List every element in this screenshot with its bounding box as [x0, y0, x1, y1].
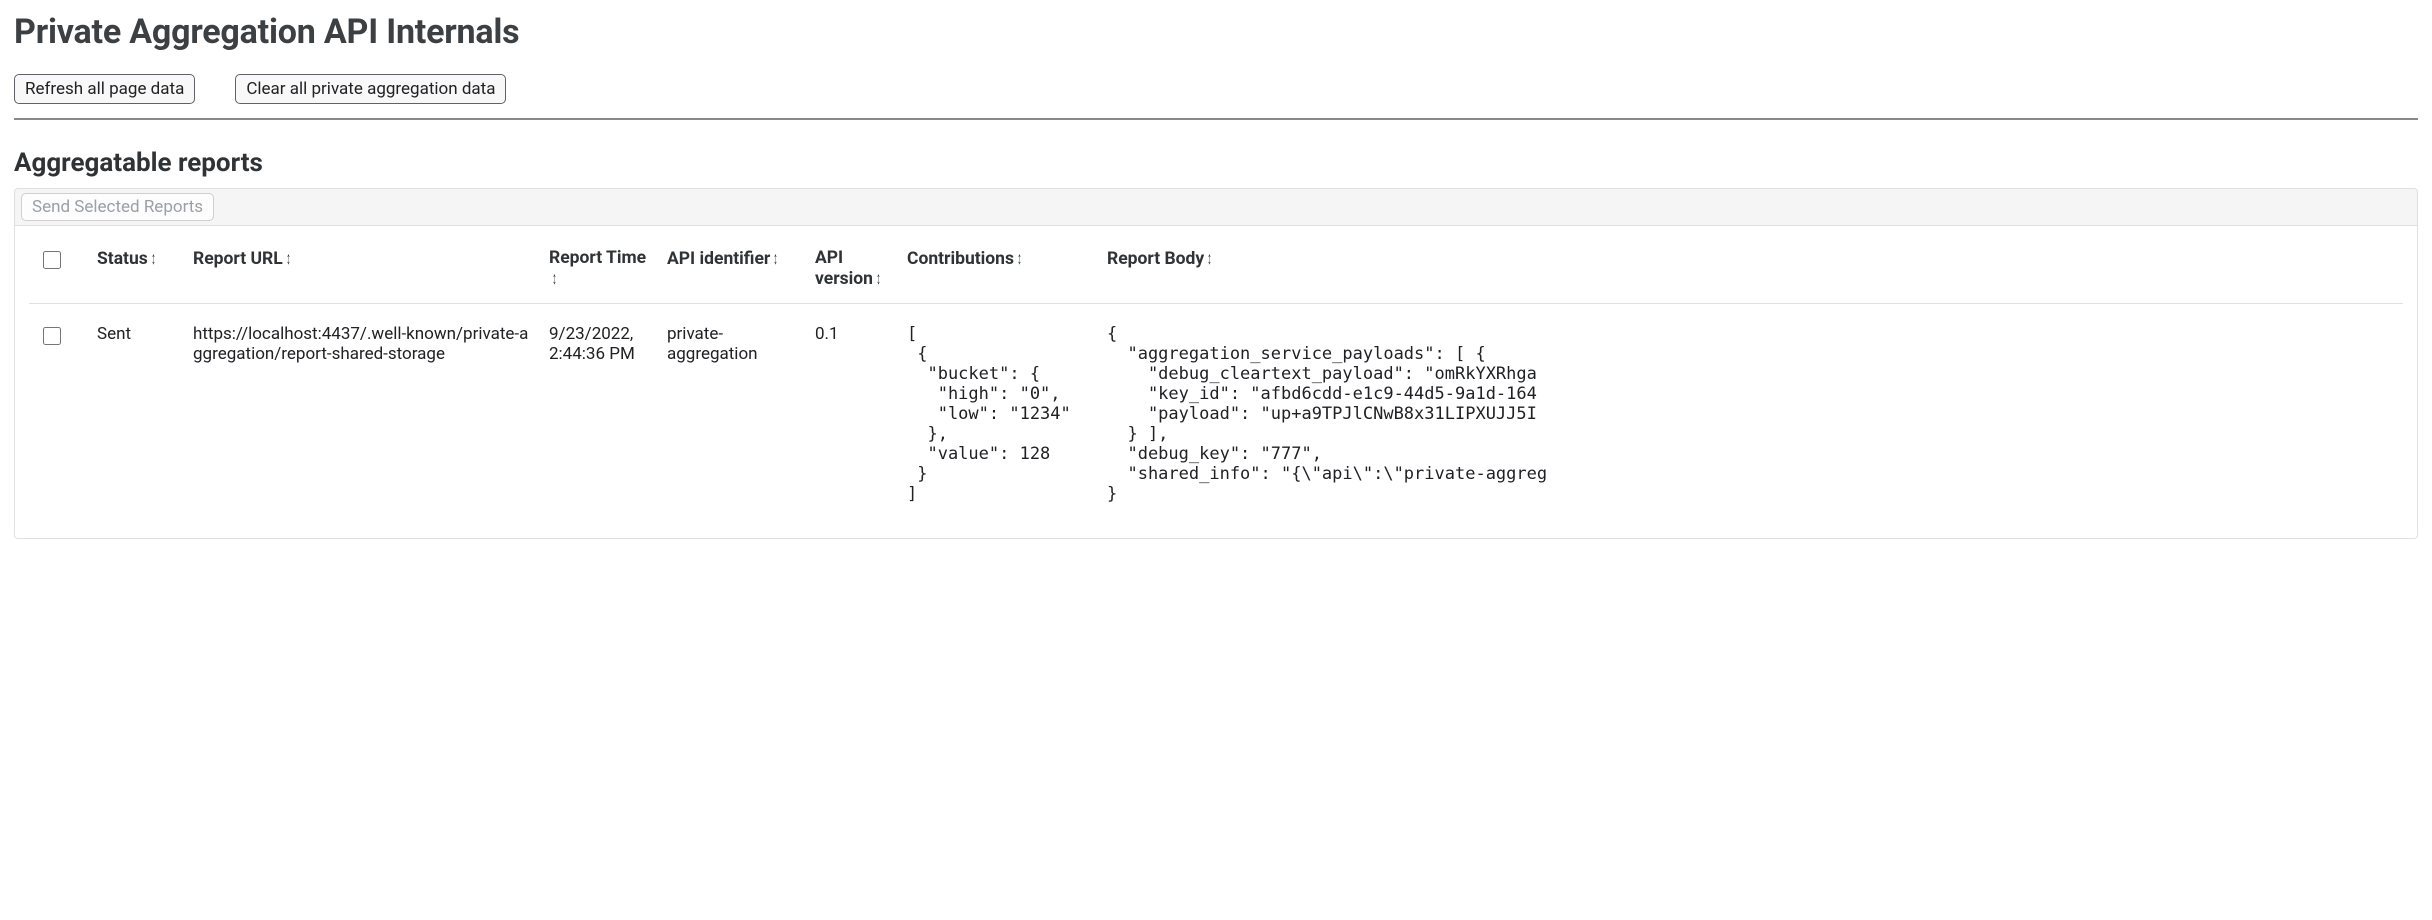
reports-panel: Send Selected Reports Status↕ Report URL… — [14, 188, 2418, 539]
cell-contributions: [ { "bucket": { "high": "0", "low": "123… — [897, 304, 1097, 525]
sort-icon: ↕ — [1207, 248, 1211, 269]
section-title: Aggregatable reports — [14, 148, 2418, 178]
col-contributions[interactable]: Contributions↕ — [897, 226, 1097, 304]
cell-api-identifier: private-aggregation — [657, 304, 805, 525]
col-report-url[interactable]: Report URL↕ — [183, 226, 539, 304]
table-header-row: Status↕ Report URL↕ Report Time↕ API ide… — [29, 226, 2403, 304]
col-report-body[interactable]: Report Body↕ — [1097, 226, 2403, 304]
col-status[interactable]: Status↕ — [87, 226, 183, 304]
toolbar: Refresh all page data Clear all private … — [14, 74, 2418, 104]
cell-report-url: https://localhost:4437/.well-known/priva… — [183, 304, 539, 525]
divider — [14, 118, 2418, 120]
col-report-body-label: Report Body — [1107, 249, 1204, 269]
cell-report-time: 9/23/2022, 2:44:36 PM — [539, 304, 657, 525]
select-all-checkbox[interactable] — [43, 251, 61, 269]
sort-icon: ↕ — [552, 268, 556, 289]
sort-icon: ↕ — [774, 248, 778, 269]
cell-report-body: { "aggregation_service_payloads": [ { "d… — [1097, 304, 2403, 525]
table-row: Sent https://localhost:4437/.well-known/… — [29, 304, 2403, 525]
col-status-label: Status — [97, 249, 148, 269]
cell-status: Sent — [87, 304, 183, 525]
select-all-header — [29, 226, 87, 304]
col-api-version[interactable]: API version↕ — [805, 226, 897, 304]
col-report-time-label: Report Time — [549, 248, 646, 268]
sort-icon: ↕ — [151, 248, 155, 269]
cell-api-version: 0.1 — [805, 304, 897, 525]
col-api-version-label: API version — [815, 248, 873, 289]
col-api-identifier[interactable]: API identifier↕ — [657, 226, 805, 304]
report-body-code: { "aggregation_service_payloads": [ { "d… — [1107, 324, 2393, 504]
sort-icon: ↕ — [876, 268, 880, 289]
sort-icon: ↕ — [286, 248, 290, 269]
clear-data-button[interactable]: Clear all private aggregation data — [235, 74, 506, 104]
reports-panel-toolbar: Send Selected Reports — [15, 189, 2417, 226]
col-report-url-label: Report URL — [193, 249, 283, 269]
row-select-checkbox[interactable] — [43, 327, 61, 345]
row-select-cell — [29, 304, 87, 525]
contributions-code: [ { "bucket": { "high": "0", "low": "123… — [907, 324, 1087, 504]
sort-icon: ↕ — [1017, 248, 1021, 269]
col-report-time[interactable]: Report Time↕ — [539, 226, 657, 304]
page-title: Private Aggregation API Internals — [14, 12, 2418, 52]
refresh-button[interactable]: Refresh all page data — [14, 74, 195, 104]
col-api-identifier-label: API identifier — [667, 249, 770, 269]
reports-table: Status↕ Report URL↕ Report Time↕ API ide… — [29, 226, 2403, 524]
send-selected-button[interactable]: Send Selected Reports — [21, 193, 214, 221]
col-contributions-label: Contributions — [907, 249, 1014, 269]
